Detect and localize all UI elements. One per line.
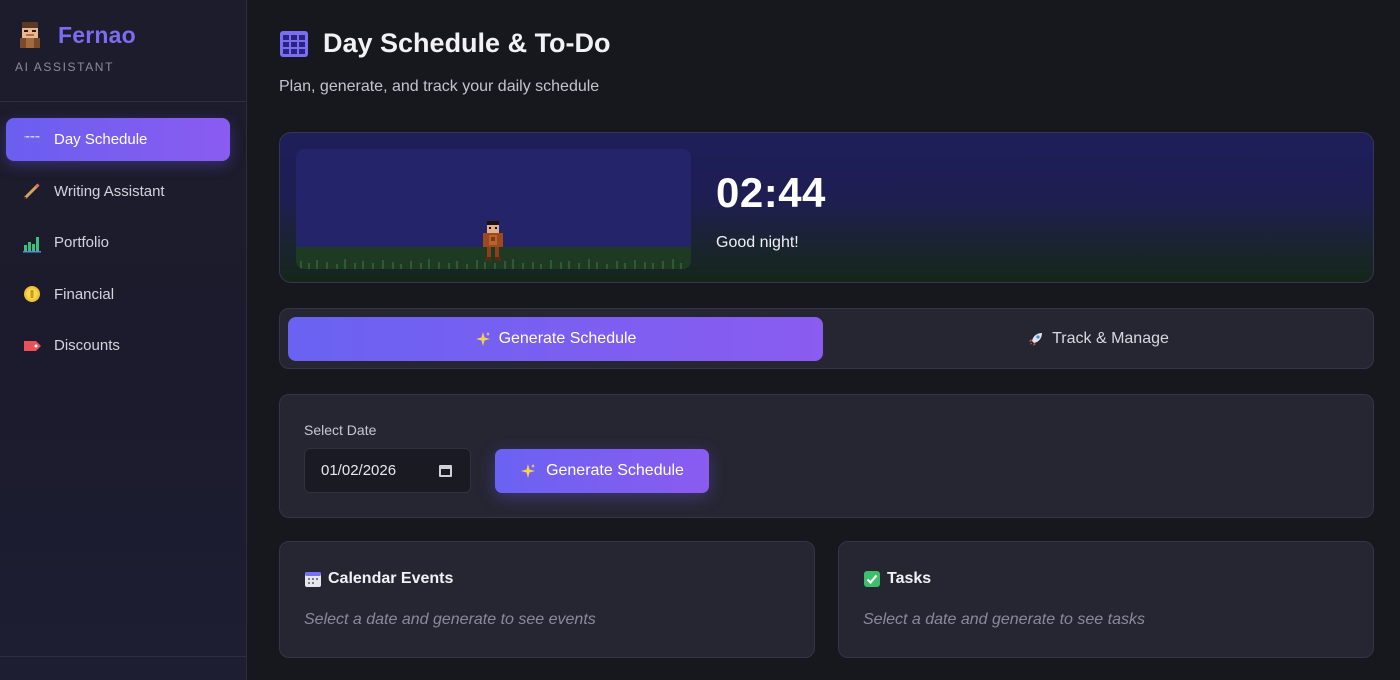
coin-icon (22, 284, 42, 304)
tasks-card: Tasks Select a date and generate to see … (838, 541, 1374, 658)
sidebar-nav: Day Schedule Writing Assistant Portfolio… (6, 118, 230, 376)
sidebar-item-label: Discounts (54, 337, 120, 354)
calendar-icon (22, 130, 42, 150)
night-scene-illustration (296, 149, 691, 269)
sidebar-divider (0, 656, 247, 657)
time-banner: 02:44 Good night! (279, 132, 1374, 283)
sidebar-item-financial[interactable]: Financial (6, 273, 230, 316)
sidebar-divider (0, 101, 247, 102)
page-subtitle: Plan, generate, and track your daily sch… (279, 78, 600, 95)
empty-state-text: Select a date and generate to see events (304, 611, 596, 628)
card-title-label: Tasks (887, 570, 932, 587)
mode-tabs: Generate Schedule Track & Manage (279, 308, 1374, 369)
avatar-icon (20, 22, 40, 48)
sidebar: Fernao AI ASSISTANT Day Schedule Writing… (0, 0, 247, 680)
date-label: Select Date (304, 422, 377, 438)
page-title: Day Schedule & To-Do (323, 28, 611, 58)
pencil-icon (22, 181, 42, 201)
calendar-icon (304, 570, 322, 588)
date-value: 01/02/2026 (321, 462, 397, 479)
sparkles-icon (520, 463, 536, 479)
sidebar-item-label: Writing Assistant (54, 182, 165, 200)
tab-generate-schedule[interactable]: Generate Schedule (288, 317, 823, 361)
chart-icon (22, 233, 42, 253)
date-input[interactable]: 01/02/2026 (304, 448, 471, 493)
sidebar-item-discounts[interactable]: Discounts (6, 324, 230, 367)
sparkles-icon (475, 331, 491, 347)
generate-schedule-button[interactable]: Generate Schedule (495, 449, 709, 493)
tab-label: Track & Manage (1052, 330, 1169, 347)
rocket-icon (1028, 331, 1044, 347)
card-title: Tasks (863, 570, 931, 588)
sidebar-item-portfolio[interactable]: Portfolio (6, 221, 230, 264)
page-header: Day Schedule & To-Do (279, 28, 611, 59)
schedule-controls: Select Date 01/02/2026 Generate Schedule (279, 394, 1374, 518)
calendar-picker-icon[interactable] (439, 465, 452, 477)
calendar-grid-icon (280, 30, 308, 57)
sidebar-item-label: Day Schedule (54, 131, 148, 148)
tag-icon (22, 336, 42, 356)
empty-state-text: Select a date and generate to see tasks (863, 611, 1145, 628)
brand: Fernao (18, 20, 136, 50)
sidebar-item-writing-assistant[interactable]: Writing Assistant (6, 170, 230, 213)
calendar-events-card: Calendar Events Select a date and genera… (279, 541, 815, 658)
greeting-text: Good night! (716, 234, 799, 251)
pixel-character (483, 221, 503, 261)
tab-label: Generate Schedule (498, 330, 637, 347)
brand-subtitle: AI ASSISTANT (15, 60, 114, 74)
card-title: Calendar Events (304, 570, 453, 588)
sidebar-item-label: Portfolio (54, 234, 110, 251)
check-icon (863, 570, 881, 588)
clock-time: 02:44 (716, 169, 826, 216)
generate-button-label: Generate Schedule (546, 462, 684, 479)
brand-name: Fernao (58, 21, 136, 48)
sidebar-item-day-schedule[interactable]: Day Schedule (6, 118, 230, 161)
card-title-label: Calendar Events (328, 570, 454, 587)
sidebar-item-label: Financial (54, 285, 115, 303)
tab-track-manage[interactable]: Track & Manage (831, 317, 1366, 361)
